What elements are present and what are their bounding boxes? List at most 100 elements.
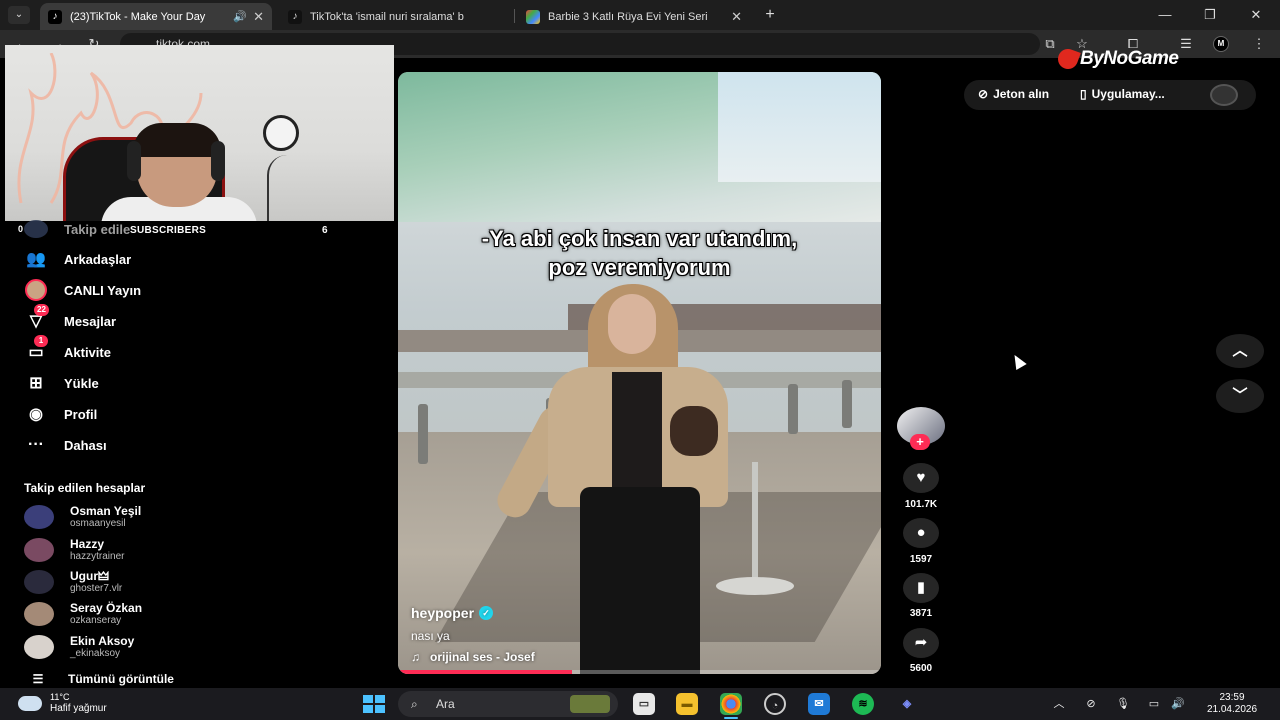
show-hidden-icons-icon[interactable]: ︿ [1051,696,1067,712]
video-author[interactable]: heypoper ✓ [411,605,494,621]
bynogame-logo: ByNoGame [1055,46,1179,72]
bollard [788,384,798,434]
tab-barbie[interactable]: Barbie 3 Katlı Rüya Evi Yeni Seri ✕ [518,3,750,30]
following-account[interactable]: Hazzy hazzytrainer [24,536,124,564]
sidebar-item-messages[interactable]: ▽ 22 Mesajlar [24,304,117,333]
weather-widget[interactable]: 11°C Hafif yağmur [18,692,107,715]
following-account[interactable]: Ugur🜲 ghoster7.vlr [24,568,122,596]
video-progress-bar[interactable] [398,670,881,674]
taskbar-search[interactable]: ⌕ Ara [398,691,618,717]
speaker-icon[interactable]: 🔊 [233,10,247,23]
user-avatar[interactable] [1210,84,1238,106]
profile-icon: ◉ [29,406,43,423]
activity-badge: 1 [34,335,48,347]
video-player[interactable]: -Ya abi çok insan var utandım, poz verem… [398,72,881,674]
close-tab-icon[interactable]: ✕ [253,9,264,25]
display-icon[interactable]: ▭ [1146,696,1162,712]
microphone-icon[interactable]: 🎙 [1115,696,1131,712]
task-view-icon[interactable]: ▭ [633,693,655,715]
live-icon [24,278,48,302]
follow-plus-icon[interactable]: + [910,434,930,450]
following-account[interactable]: Osman Yeşil osmaanyesil [24,503,141,531]
profile-avatar[interactable]: M [1213,36,1229,52]
tab-groups-icon[interactable]: ☰ [1178,36,1194,52]
stanchion [752,462,758,592]
verified-icon: ✓ [479,606,494,620]
video-scene-sky [718,72,881,182]
tab-tiktok[interactable]: ♪ (23)TikTok - Make Your Day 🔊 ✕ [40,3,272,30]
file-explorer-icon[interactable]: ▬ [676,693,698,715]
following-account[interactable]: Seray Özkan ozkanseray [24,600,142,628]
tab-title: TikTok'ta 'ismail nuri sıralama' b [310,10,464,23]
person-pants [580,487,700,674]
subscriber-counter: 0 SUBSCRIBERS 6 [0,221,394,237]
brand-text: ByNoGame [1080,48,1179,69]
comment-button[interactable]: ● [903,518,939,548]
sidebar-item-label: Arkadaşlar [64,251,132,267]
network-off-icon[interactable]: ⊘ [1083,696,1099,712]
close-tab-icon[interactable]: ✕ [731,9,742,25]
get-app-button[interactable]: ▯ Uygulamay... [1080,87,1165,101]
clock[interactable]: 23:59 21.04.2026 [1200,692,1264,716]
sidebar-item-profile[interactable]: ◉ Profil [24,402,97,426]
account-name: Ekin Aksoy [70,634,135,648]
sidebar-item-friends[interactable]: 👥 Arkadaşlar [24,247,131,271]
account-name: Ugur🜲 [70,569,109,583]
minimize-button[interactable]: — [1150,4,1180,26]
avatar [24,635,54,659]
account-handle: ghoster7.vlr [70,583,123,594]
video-music[interactable]: ♫ orijinal ses - Josef [411,650,535,664]
profile-initial: M [1217,39,1225,48]
streamer-logo-icon [263,115,299,151]
restore-button[interactable]: ❐ [1195,4,1225,26]
sidebar-item-live[interactable]: CANLI Yayın [24,278,141,302]
following-account[interactable]: Ekin Aksoy _ekinaksoy [24,633,134,661]
cast-icon[interactable]: ⧉ [1042,36,1058,52]
sidebar-item-more[interactable]: ··· Dahası [24,433,107,457]
layers-app-icon[interactable]: ◈ [896,693,918,715]
sidebar-item-activity[interactable]: ▭ 1 Aktivite [24,335,111,364]
chrome-profile-icon[interactable]: ◔ [764,693,786,715]
spotify-icon[interactable]: ≋ [852,693,874,715]
next-video-button[interactable]: ﹀ [1216,379,1264,413]
messages-badge: 22 [34,304,49,316]
person-top [612,372,662,492]
tiktok-favicon-icon: ♪ [48,9,62,24]
counter-left-number: 0 [18,224,24,234]
volume-icon[interactable]: 🔊 [1170,696,1186,712]
save-button[interactable]: ▮ [903,573,939,603]
headset-icon [211,141,225,181]
mail-icon[interactable]: ✉ [808,693,830,715]
chrome-icon[interactable] [720,693,742,715]
windows-start-icon[interactable] [363,695,385,713]
stanchion-base [716,577,794,595]
mouse-cursor-icon [1009,351,1027,371]
tiktok-favicon-icon: ♪ [288,9,302,24]
search-icon: ⌕ [411,697,418,711]
avatar [24,602,54,626]
previous-video-button[interactable]: ︿ [1216,334,1264,368]
see-all-label: Tümünü görüntüle [68,672,174,686]
weather-condition: Hafif yağmur [50,703,107,714]
close-window-button[interactable]: ✕ [1241,4,1271,26]
video-caption: -Ya abi çok insan var utandım, poz verem… [398,224,881,282]
music-title: orijinal ses - Josef [430,650,535,664]
menu-icon[interactable]: ⋮ [1251,36,1267,52]
sidebar-item-label: Aktivite [64,344,111,360]
get-coins-button[interactable]: ⊘ Jeton alın [978,87,1049,101]
shop-favicon-icon [526,9,540,24]
like-button[interactable]: ♥ [903,463,939,493]
sidebar-item-upload[interactable]: ⊞ Yükle [24,371,98,395]
sidebar-item-label: Profil [64,406,98,422]
music-note-icon: ♫ [411,650,420,664]
see-all-button[interactable]: ☰ Tümünü görüntüle [24,672,174,686]
headset-icon [127,141,141,181]
tab-tiktok-search[interactable]: ♪ TikTok'ta 'ismail nuri sıralama' b [280,3,510,30]
temperature: 11°C [50,692,70,702]
list-icon: ☰ [32,672,44,686]
new-tab-button[interactable]: + [760,5,780,25]
tab-title: Barbie 3 Katlı Rüya Evi Yeni Seri [548,10,708,23]
share-button[interactable]: ➦ [903,628,939,658]
tab-search-button[interactable]: ⌄ [8,6,30,24]
sidebar-item-label: Mesajlar [64,313,117,329]
